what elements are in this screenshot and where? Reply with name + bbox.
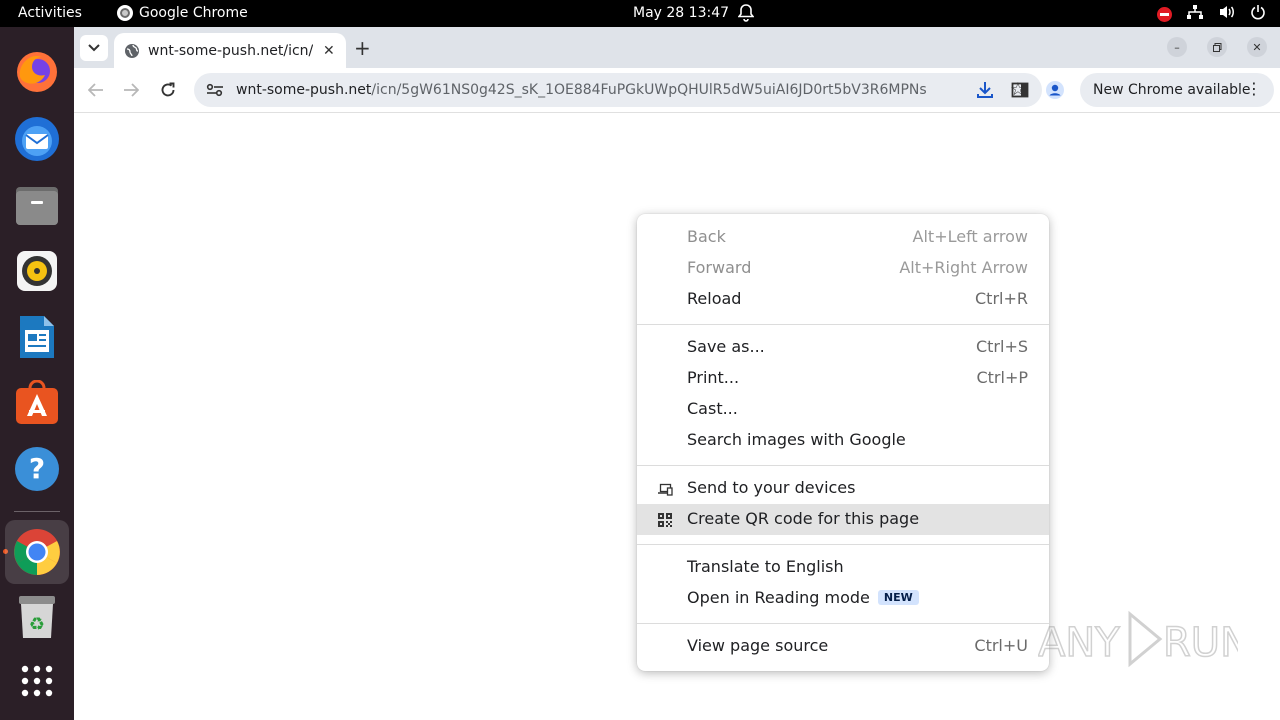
rhythmbox-icon[interactable]	[11, 245, 63, 297]
menu-item-shortcut: Alt+Right Arrow	[899, 258, 1028, 277]
menu-item-reading-mode[interactable]: Open in Reading mode NEW	[637, 583, 1049, 614]
menu-item-save-as[interactable]: Save as... Ctrl+S	[637, 332, 1049, 363]
files-icon[interactable]	[11, 179, 63, 231]
app-center-icon[interactable]	[11, 377, 63, 429]
devices-icon	[658, 483, 673, 496]
arrow-left-icon	[88, 83, 103, 97]
menu-item-print[interactable]: Print... Ctrl+P	[637, 363, 1049, 394]
chrome-icon[interactable]	[5, 520, 69, 584]
do-not-disturb-icon	[1157, 6, 1172, 22]
menu-item-label: Create QR code for this page	[687, 509, 920, 528]
menu-separator	[637, 623, 1049, 624]
menu-separator	[637, 465, 1049, 466]
menu-separator	[637, 324, 1049, 325]
menu-item-label: Search images with Google	[687, 430, 906, 449]
profile-icon[interactable]	[1045, 80, 1065, 100]
menu-item-shortcut: Ctrl+U	[974, 636, 1028, 655]
svg-text:ANY: ANY	[1038, 620, 1120, 666]
thunderbird-icon[interactable]	[11, 113, 63, 165]
menu-item-cast[interactable]: Cast...	[637, 394, 1049, 425]
network-icon	[1186, 4, 1204, 24]
svg-text:RUN: RUN	[1163, 620, 1238, 666]
help-icon[interactable]: ?	[11, 443, 63, 495]
reading-mode-label: Open in Reading mode	[687, 588, 870, 607]
app-name: Google Chrome	[139, 5, 248, 21]
menu-item-label: Save as...	[687, 337, 765, 356]
tab-search-button[interactable]	[80, 35, 108, 61]
tab-strip: wnt-some-push.net/icn/ ✕ + – ✕	[74, 27, 1280, 68]
app-menu[interactable]: Google Chrome	[117, 5, 248, 21]
omnibox[interactable]: wnt-some-push.net/icn/5gW61NS0g42S_sK_1O…	[194, 73, 1042, 107]
url-text[interactable]: wnt-some-push.net/icn/5gW61NS0g42S_sK_1O…	[236, 82, 926, 98]
dock-separator	[14, 511, 60, 512]
update-label: New Chrome available	[1093, 82, 1251, 98]
new-tab-button[interactable]: +	[354, 36, 371, 60]
side-panel-icon[interactable]	[1010, 80, 1030, 100]
new-badge: NEW	[877, 590, 919, 605]
forward-button[interactable]	[119, 78, 143, 102]
menu-item-label: Translate to English	[687, 557, 844, 576]
writer-icon[interactable]	[11, 311, 63, 363]
menu-item-shortcut: Alt+Left arrow	[912, 227, 1028, 246]
menu-item-label: Cast...	[687, 399, 738, 418]
site-info-icon[interactable]	[206, 82, 224, 98]
menu-item-forward[interactable]: Forward Alt+Right Arrow	[637, 253, 1049, 284]
menu-item-shortcut: Ctrl+S	[975, 337, 1028, 356]
menu-item-back[interactable]: Back Alt+Left arrow	[637, 222, 1049, 253]
volume-icon	[1218, 4, 1236, 24]
dock: ? ♻	[0, 27, 74, 720]
more-options-icon[interactable]: ⋮	[1246, 79, 1262, 98]
menu-item-label: Forward	[687, 258, 752, 277]
new-chrome-available-button[interactable]: New Chrome available ⋮	[1080, 73, 1274, 107]
menu-separator	[637, 544, 1049, 545]
context-menu: Back Alt+Left arrow Forward Alt+Right Ar…	[637, 214, 1049, 671]
restore-button[interactable]	[1207, 37, 1227, 57]
system-tray[interactable]	[1157, 4, 1266, 24]
menu-item-create-qr-code[interactable]: Create QR code for this page	[637, 504, 1049, 535]
clock[interactable]: May 28 13:47	[633, 5, 729, 21]
close-window-button[interactable]: ✕	[1247, 37, 1267, 57]
browser-toolbar: wnt-some-push.net/icn/5gW61NS0g42S_sK_1O…	[74, 68, 1280, 113]
menu-item-label: Back	[687, 227, 726, 246]
svg-text:?: ?	[29, 452, 45, 485]
menu-item-view-source[interactable]: View page source Ctrl+U	[637, 631, 1049, 662]
top-bar: Activities Google Chrome May 28 13:47	[0, 0, 1280, 27]
reload-button[interactable]	[156, 78, 180, 102]
menu-item-shortcut: Ctrl+R	[975, 289, 1028, 308]
app-grid-icon[interactable]	[11, 655, 63, 707]
url-host: wnt-some-push.net	[236, 82, 372, 98]
menu-item-label: Open in Reading mode NEW	[687, 588, 919, 607]
menu-item-search-images[interactable]: Search images with Google	[637, 425, 1049, 456]
svg-text:♻: ♻	[29, 614, 45, 635]
url-path: /icn/5gW61NS0g42S_sK_1OE884FuPGkUWpQHUlR…	[371, 82, 926, 98]
tab-title: wnt-some-push.net/icn/	[148, 42, 313, 59]
chrome-small-icon	[117, 5, 133, 21]
back-button[interactable]	[84, 78, 108, 102]
chevron-down-icon	[88, 44, 100, 52]
menu-item-label: View page source	[687, 636, 829, 655]
reload-icon	[161, 82, 175, 97]
qr-code-icon	[658, 513, 672, 527]
menu-item-label: Print...	[687, 368, 740, 387]
notification-bell-icon[interactable]	[737, 4, 755, 26]
power-icon	[1250, 4, 1266, 24]
menu-item-translate[interactable]: Translate to English	[637, 552, 1049, 583]
minimize-button[interactable]: –	[1167, 37, 1187, 57]
trash-icon[interactable]: ♻	[11, 591, 63, 643]
arrow-right-icon	[124, 83, 139, 97]
menu-item-send-to-devices[interactable]: Send to your devices	[637, 473, 1049, 504]
download-icon[interactable]	[975, 80, 995, 100]
anyrun-watermark: ANY RUN	[1038, 610, 1238, 668]
tab-active[interactable]: wnt-some-push.net/icn/ ✕	[114, 33, 346, 68]
firefox-icon[interactable]	[11, 46, 63, 98]
menu-item-label: Reload	[687, 289, 742, 308]
activities-button[interactable]: Activities	[18, 5, 82, 21]
globe-icon	[125, 43, 139, 58]
tab-close-icon[interactable]: ✕	[323, 43, 335, 59]
menu-item-label: Send to your devices	[687, 478, 856, 497]
menu-item-shortcut: Ctrl+P	[976, 368, 1028, 387]
menu-item-reload[interactable]: Reload Ctrl+R	[637, 284, 1049, 315]
